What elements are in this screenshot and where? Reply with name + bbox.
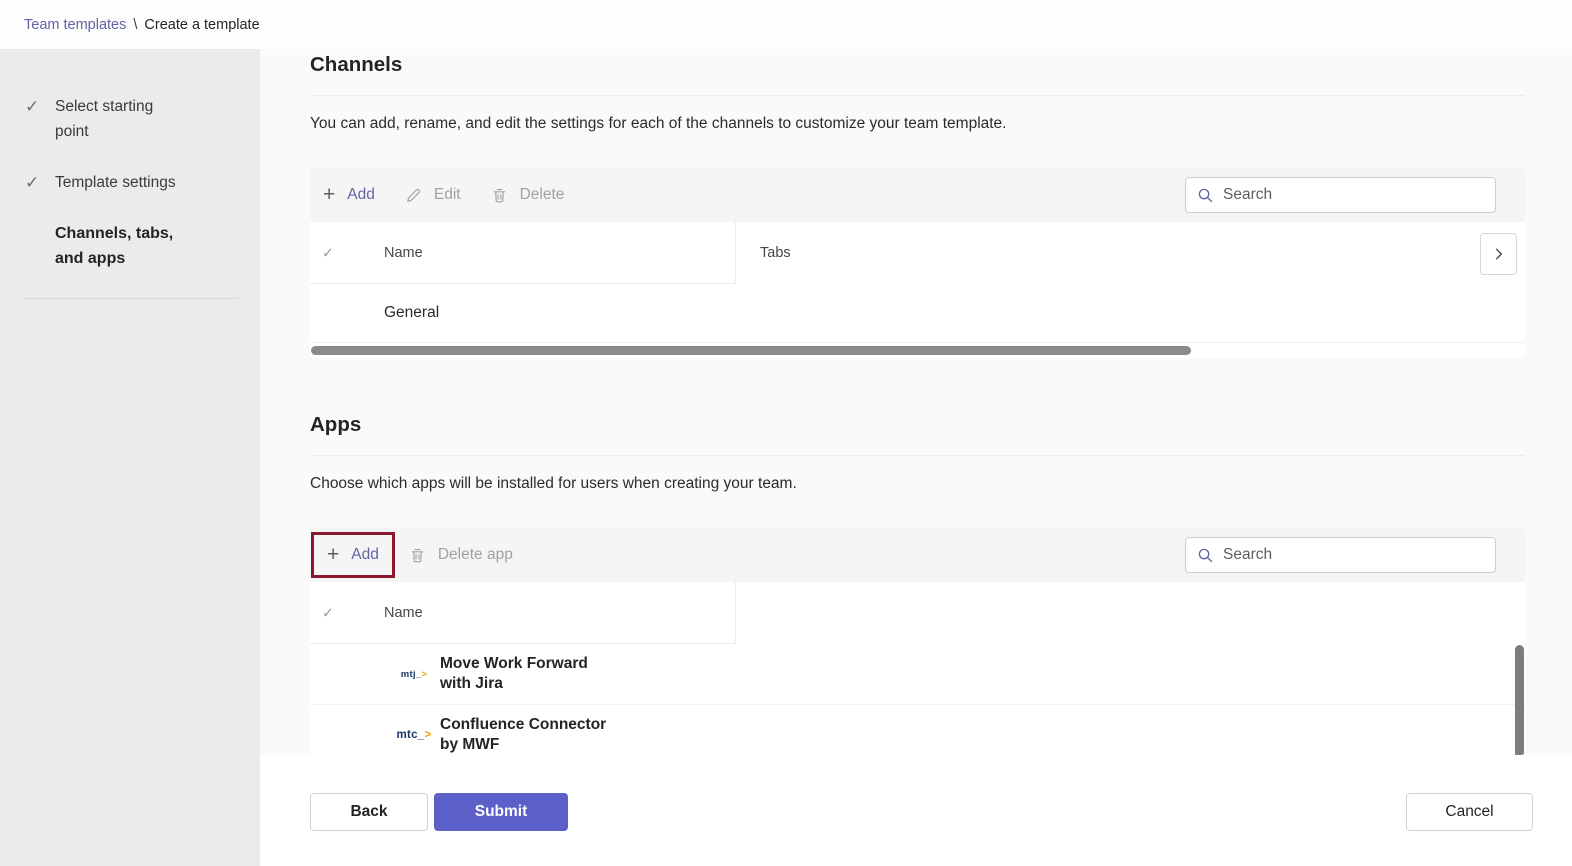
channels-table-header: ✓ Name Tabs (310, 222, 1525, 284)
trash-icon (491, 187, 508, 204)
plus-icon: + (327, 545, 339, 565)
table-row-general[interactable]: General (310, 284, 1525, 343)
column-divider (735, 582, 736, 644)
app-icon: mtj_> (394, 669, 434, 680)
channels-search-input[interactable] (1223, 180, 1495, 210)
header-border (310, 283, 735, 284)
horizontal-scrollbar[interactable] (311, 346, 1191, 355)
add-channel-button[interactable]: + Add (323, 185, 375, 205)
sidebar-step-channels-tabs-apps[interactable]: Channels, tabs, and apps (0, 221, 260, 271)
sidebar-step-template-settings[interactable]: ✓ Template settings (0, 170, 260, 195)
column-header-name: Name (384, 605, 423, 621)
breadcrumb-separator: \ (133, 17, 137, 33)
plus-icon: + (323, 185, 335, 205)
section-divider (310, 455, 1525, 456)
back-button[interactable]: Back (310, 793, 428, 831)
column-divider (735, 222, 736, 284)
cancel-button[interactable]: Cancel (1406, 793, 1533, 831)
add-button-highlight: + Add (311, 532, 395, 578)
channels-toolbar: + Add Edit Delete (310, 168, 1525, 222)
checkmark-icon: ✓ (25, 94, 55, 144)
footer-action-bar: Back Submit Cancel (260, 755, 1572, 866)
app-name: Move Work Forward with Jira (440, 654, 588, 694)
channel-name: General (384, 304, 439, 322)
app-name: Confluence Connector by MWF (440, 715, 606, 755)
select-all-checkmark-icon[interactable]: ✓ (322, 605, 334, 622)
breadcrumb-link-team-templates[interactable]: Team templates (24, 17, 126, 33)
sidebar-divider (22, 298, 238, 299)
select-all-checkmark-icon[interactable]: ✓ (322, 245, 334, 262)
apps-heading: Apps (310, 411, 1525, 438)
trash-icon (409, 547, 426, 564)
table-row-confluence-connector[interactable]: mtc_> Confluence Connector by MWF (310, 705, 1525, 755)
add-app-button[interactable]: + Add (327, 545, 379, 565)
delete-app-button[interactable]: Delete app (409, 546, 513, 564)
horizontal-scrollbar-track (310, 343, 1525, 358)
apps-search-box (1185, 537, 1496, 573)
channels-search-box (1185, 177, 1496, 213)
channels-description: You can add, rename, and edit the settin… (310, 113, 1525, 134)
wizard-steps-sidebar: ✓ Select starting point ✓ Template setti… (0, 49, 260, 866)
edit-channel-button[interactable]: Edit (405, 186, 461, 204)
step-label: Template settings (55, 170, 205, 195)
breadcrumb-current: Create a template (144, 17, 259, 33)
sidebar-step-select-starting-point[interactable]: ✓ Select starting point (0, 94, 260, 144)
section-divider (310, 95, 1525, 96)
delete-channel-button[interactable]: Delete (491, 186, 565, 204)
checkmark-icon (25, 221, 55, 271)
apps-table: ✓ Name mtj_> Move Work Forward with Jira… (310, 582, 1525, 755)
column-header-name: Name (384, 245, 423, 261)
submit-button[interactable]: Submit (434, 793, 568, 831)
column-header-tabs: Tabs (760, 245, 791, 261)
apps-search-input[interactable] (1223, 540, 1495, 570)
step-label: Select starting point (55, 94, 205, 144)
table-row-move-work-forward[interactable]: mtj_> Move Work Forward with Jira (310, 644, 1525, 705)
expand-columns-button[interactable] (1480, 233, 1517, 275)
channels-heading: Channels (310, 51, 1525, 78)
step-label: Channels, tabs, and apps (55, 221, 205, 271)
vertical-scrollbar[interactable] (1515, 645, 1524, 755)
apps-table-header: ✓ Name (310, 582, 1525, 644)
chevron-right-icon (1491, 246, 1507, 262)
app-icon: mtc_> (394, 729, 434, 741)
checkmark-icon: ✓ (25, 170, 55, 195)
breadcrumb: Team templates \ Create a template (0, 0, 1572, 49)
apps-description: Choose which apps will be installed for … (310, 473, 1525, 494)
search-icon (1197, 547, 1214, 564)
search-icon (1197, 187, 1214, 204)
channels-table: ✓ Name Tabs General (310, 222, 1525, 358)
main-content: Channels You can add, rename, and edit t… (260, 49, 1572, 866)
apps-toolbar: + Add Delete app (310, 528, 1525, 582)
pencil-icon (405, 187, 422, 204)
